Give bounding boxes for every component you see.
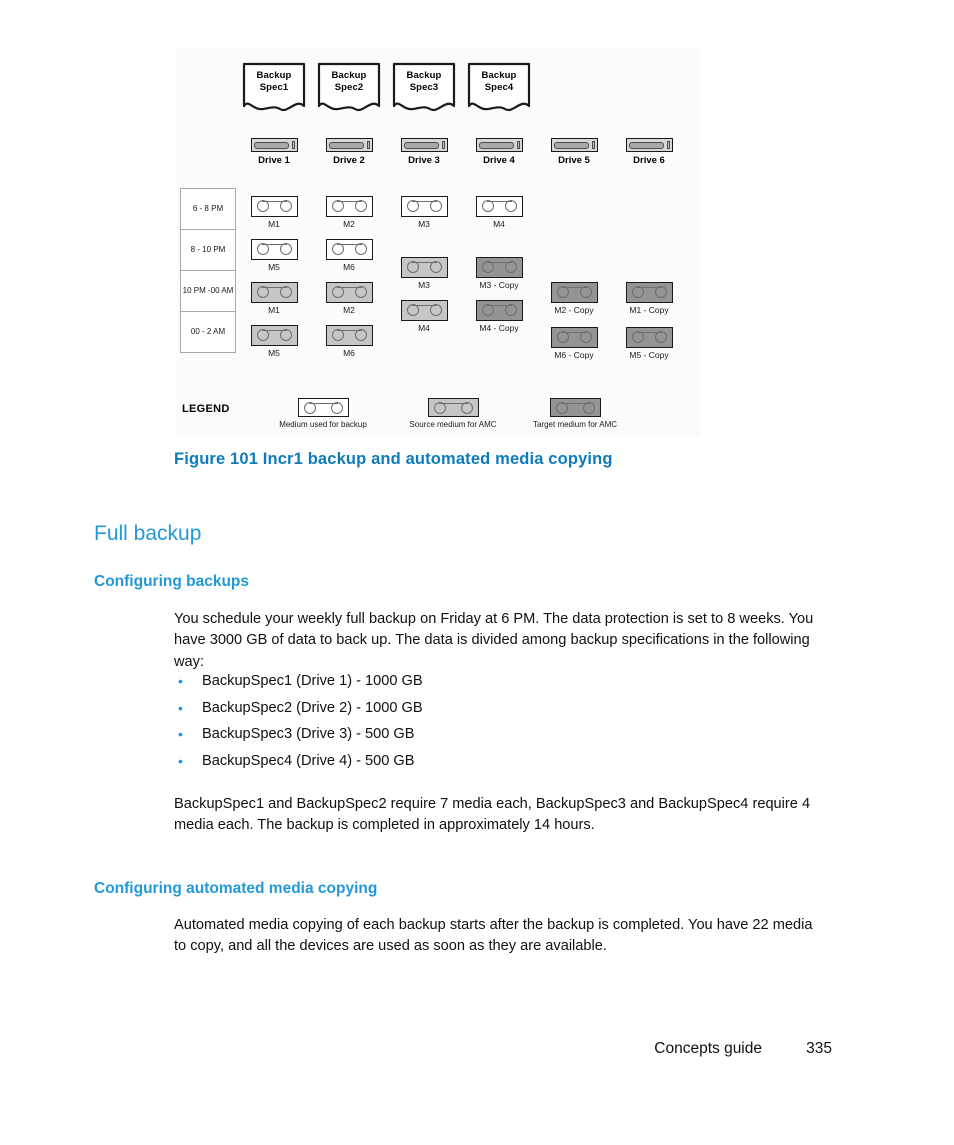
backup-spec-list: • BackupSpec1 (Drive 1) - 1000 GB • BackupS… [174,668,814,774]
paragraph-media-requirements: BackupSpec1 and BackupSpec2 require 7 me… [174,795,811,834]
paragraph-automated-media-copying: Automated media copying of each backup s… [174,916,813,955]
list-item: • BackupSpec4 (Drive 4) - 500 GB [174,748,814,775]
media-cartridge-icon [549,398,601,417]
media-cartridge-icon [427,398,479,417]
list-item: • BackupSpec2 (Drive 2) - 1000 GB [174,695,814,722]
legend-group: Medium used for backup Source medium for … [177,48,700,436]
tape-reel-left-icon [303,402,316,414]
bullet-icon: • [178,673,183,689]
legend-item: Target medium for AMC [515,398,635,429]
heading-full-backup: Full backup [94,522,202,546]
list-item-label: BackupSpec2 (Drive 2) - 1000 GB [202,699,423,716]
footer-page-number: 335 [806,1040,832,1057]
heading-configuring-automated-media-copying: Configuring automated media copying [94,879,378,897]
tape-reel-right-icon [460,402,473,414]
bullet-icon: • [178,726,183,742]
bullet-icon: • [178,699,183,716]
media-label: Target medium for AMC [532,420,618,429]
media-cartridge-icon [297,398,349,417]
tape-reel-left-icon [555,402,568,414]
legend-item: Medium used for backup [263,398,383,429]
tape-reel-left-icon [433,402,446,414]
legend-item: Source medium for AMC [393,398,513,429]
list-item: • BackupSpec3 (Drive 3) - 500 GB [174,721,814,748]
tape-reel-right-icon [330,402,343,414]
footer-guide-name: Concepts guide [654,1040,762,1057]
bullet-icon: • [178,752,183,769]
list-item: • BackupSpec1 (Drive 1) - 1000 GB [174,668,814,695]
figure-caption: Figure 101 Incr1 backup and automated me… [174,450,613,468]
figure-diagram: Backup Spec1 Backup Spec2 Backup Spec3 Backup S… [177,48,700,436]
paragraph-intro: You schedule your weekly full backup on … [174,610,814,670]
list-item-label: BackupSpec3 (Drive 3) - 500 GB [202,726,415,742]
list-item-label: BackupSpec1 (Drive 1) - 1000 GB [202,673,423,689]
list-item-label: BackupSpec4 (Drive 4) - 500 GB [202,752,415,769]
page-footer: Concepts guide 335 [0,1040,832,1058]
media-label: Medium used for backup [279,420,367,429]
media-label: Source medium for AMC [409,420,497,429]
heading-configuring-backups: Configuring backups [94,572,249,590]
tape-reel-right-icon [582,402,595,414]
